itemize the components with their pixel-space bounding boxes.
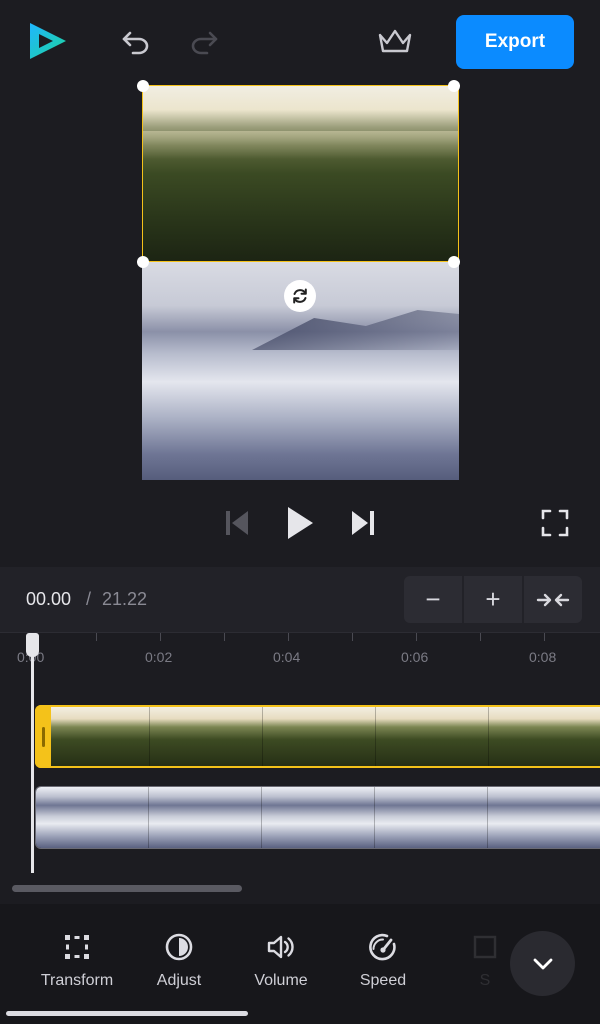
toolbar-scrollbar[interactable]: [6, 1011, 248, 1016]
ruler-label: 0:02: [145, 649, 173, 665]
clip-thumbnail: [150, 707, 263, 766]
clip-thumbnail: [489, 707, 600, 766]
speed-icon: [366, 930, 400, 964]
zoom-in-button[interactable]: +: [464, 576, 522, 623]
clip-thumbnail: [263, 707, 376, 766]
tool-label: Speed: [359, 972, 407, 989]
trim-handle[interactable]: [35, 705, 51, 768]
fullscreen-icon[interactable]: [538, 506, 572, 540]
resize-handle-top-left[interactable]: [137, 80, 149, 92]
ruler-tick: [416, 633, 417, 641]
adjust-button[interactable]: Adjust: [133, 930, 225, 990]
undo-icon[interactable]: [116, 24, 156, 60]
edit-toolbar: Transform Adjust Volume Speed S: [0, 904, 600, 1024]
volume-button[interactable]: Volume: [235, 930, 327, 990]
video-track-snow[interactable]: [35, 786, 600, 849]
ruler-label: 0:08: [529, 649, 557, 665]
zoom-out-button[interactable]: −: [404, 576, 462, 623]
skip-forward-icon[interactable]: [346, 505, 380, 541]
ruler-tick: [352, 633, 353, 641]
video-track-forest[interactable]: [35, 705, 600, 768]
skip-back-icon[interactable]: [220, 505, 254, 541]
time-separator: /: [86, 589, 92, 609]
time-bar: 00.00 / 21.22 − +: [0, 567, 600, 632]
ruler-label: 0:04: [273, 649, 301, 665]
clip-thumbnail: [262, 787, 375, 848]
fit-arrows-icon[interactable]: [524, 576, 582, 623]
tool-label: Volume: [254, 972, 308, 989]
tool-label: S: [479, 972, 491, 989]
adjust-icon: [162, 930, 196, 964]
resize-handle-top-right[interactable]: [448, 80, 460, 92]
video-preview: [0, 80, 600, 565]
playhead-line[interactable]: [31, 655, 34, 873]
tool-label: Adjust: [156, 972, 202, 989]
redo-icon[interactable]: [184, 24, 224, 60]
resize-handle-bottom-right[interactable]: [448, 256, 460, 268]
ruler-tick: [96, 633, 97, 641]
timeline-scrollbar[interactable]: [12, 885, 242, 892]
ruler-label: 0:06: [401, 649, 429, 665]
play-icon[interactable]: [282, 503, 318, 543]
tool-label: Transform: [40, 972, 114, 989]
current-time: 00.00: [26, 589, 72, 609]
clip-thumbnail: [376, 707, 489, 766]
logo-play-icon[interactable]: [26, 20, 68, 62]
rotate-icon[interactable]: [284, 280, 316, 312]
top-bar: Export: [0, 0, 600, 85]
ruler-tick: [544, 633, 545, 641]
total-duration: 21.22: [102, 589, 148, 609]
volume-icon: [264, 930, 298, 964]
transform-button[interactable]: Transform: [31, 930, 123, 990]
clip-thumbnail: [149, 787, 262, 848]
selection-box[interactable]: [142, 85, 459, 262]
export-button[interactable]: Export: [456, 15, 574, 69]
clip-thumbnail: [488, 787, 600, 848]
crop-icon: [468, 930, 502, 964]
ruler-tick: [480, 633, 481, 641]
ruler-tick: [160, 633, 161, 641]
transform-icon: [60, 930, 94, 964]
timeline[interactable]: 0:00 0:02 0:04 0:06 0:08: [0, 632, 600, 904]
trim-grip: [41, 726, 45, 747]
speed-button[interactable]: Speed: [337, 930, 429, 990]
clip-thumbnail: [36, 787, 149, 848]
clip-thumbnail: [37, 707, 150, 766]
resize-handle-bottom-left[interactable]: [137, 256, 149, 268]
crown-icon[interactable]: [374, 24, 416, 60]
clip-thumbnail: [375, 787, 488, 848]
ruler-tick: [224, 633, 225, 641]
chevron-down-icon[interactable]: [510, 931, 575, 996]
zoom-controls: − +: [404, 576, 582, 623]
playhead-handle[interactable]: [26, 633, 39, 657]
ruler-tick: [288, 633, 289, 641]
